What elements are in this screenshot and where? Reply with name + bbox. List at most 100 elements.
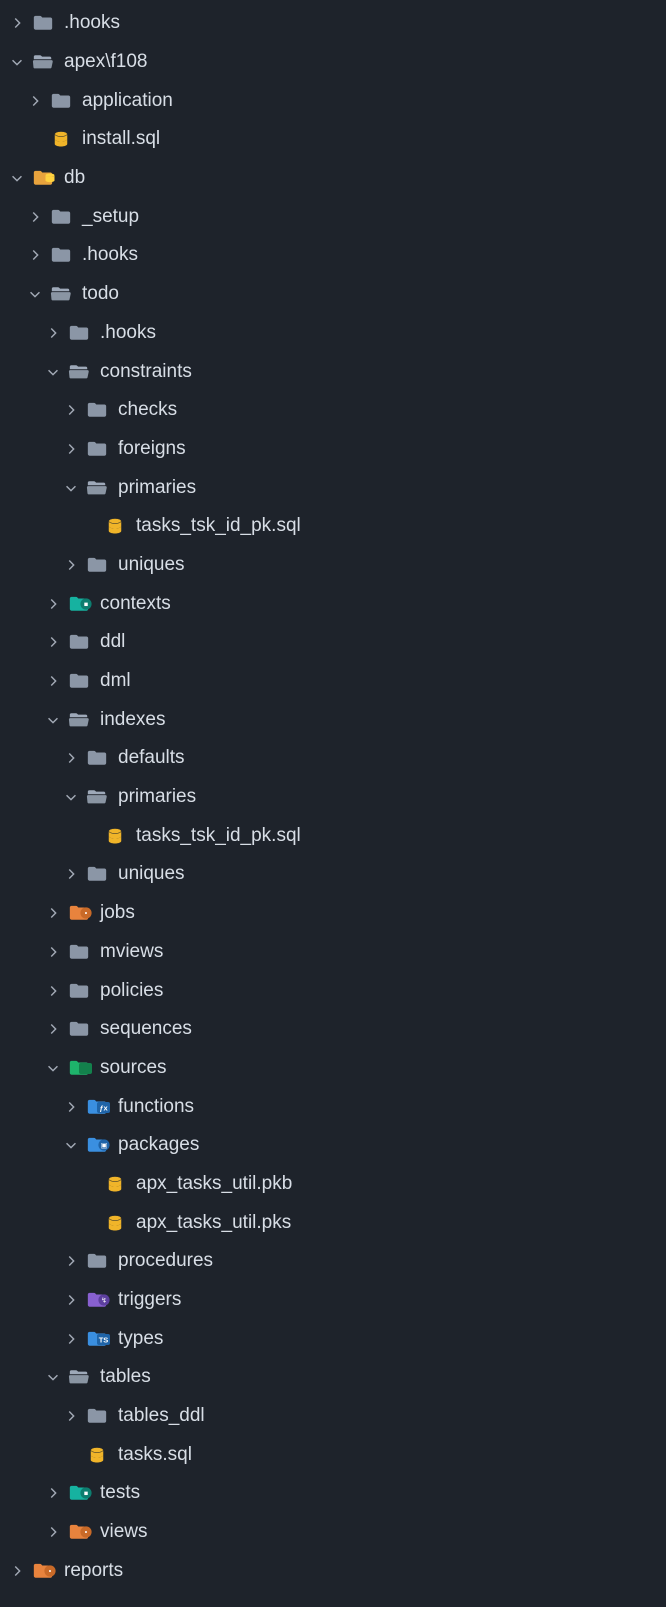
tree-item[interactable]: tasks_tsk_id_pk.sql [0, 507, 666, 546]
chevron-right-icon[interactable] [8, 1562, 26, 1580]
tree-item[interactable]: tasks_tsk_id_pk.sql [0, 816, 666, 855]
chevron-right-icon[interactable] [44, 324, 62, 342]
chevron-right-icon[interactable] [62, 1407, 80, 1425]
chevron-right-icon[interactable] [62, 440, 80, 458]
tree-item[interactable]: uniques [0, 546, 666, 585]
chevron-right-icon[interactable] [62, 1098, 80, 1116]
tree-item[interactable]: ƒx functions [0, 1087, 666, 1126]
chevron-right-icon[interactable] [44, 943, 62, 961]
chevron-down-icon[interactable] [44, 711, 62, 729]
folder-orange-icon: • [32, 1560, 54, 1582]
tree-item[interactable]: policies [0, 971, 666, 1010]
chevron-down-icon[interactable] [26, 285, 44, 303]
tree-item[interactable]: tables [0, 1358, 666, 1397]
chevron-right-icon[interactable] [62, 1291, 80, 1309]
chevron-right-icon[interactable] [44, 982, 62, 1000]
tree-item[interactable]: primaries [0, 468, 666, 507]
tree-item[interactable]: .hooks [0, 314, 666, 353]
tree-item[interactable]: • reports [0, 1552, 666, 1591]
tree-item[interactable]: apex\f108 [0, 43, 666, 82]
folder-open-icon [68, 709, 90, 731]
chevron-right-icon[interactable] [26, 92, 44, 110]
folder-icon [86, 554, 108, 576]
tree-item[interactable]: sequences [0, 1010, 666, 1049]
tree-item[interactable]: application [0, 81, 666, 120]
tree-item[interactable]: ■ contexts [0, 584, 666, 623]
tree-item[interactable]: install.sql [0, 120, 666, 159]
chevron-down-icon[interactable] [62, 1136, 80, 1154]
tree-item[interactable]: TS types [0, 1319, 666, 1358]
chevron-right-icon[interactable] [62, 749, 80, 767]
tree-item[interactable]: checks [0, 391, 666, 430]
chevron-right-icon[interactable] [44, 595, 62, 613]
tree-item[interactable]: constraints [0, 352, 666, 391]
chevron-right-icon[interactable] [62, 556, 80, 574]
folder-icon [86, 438, 108, 460]
chevron-right-icon[interactable] [62, 1252, 80, 1270]
tree-item[interactable]: mviews [0, 933, 666, 972]
tree-item[interactable]: _setup [0, 197, 666, 236]
chevron-right-icon[interactable] [62, 1330, 80, 1348]
chevron-down-icon[interactable] [8, 53, 26, 71]
chevron-right-icon[interactable] [8, 14, 26, 32]
chevron-down-icon[interactable] [44, 1059, 62, 1077]
tree-item-label: apx_tasks_util.pks [136, 1212, 291, 1234]
tree-item[interactable]: • jobs [0, 894, 666, 933]
folder-icon [86, 747, 108, 769]
folder-blue-fx-icon: ƒx [86, 1096, 108, 1118]
chevron-right-icon[interactable] [44, 1020, 62, 1038]
tree-item[interactable]: .hooks [0, 4, 666, 43]
db-file-icon [104, 825, 126, 847]
chevron-right-icon[interactable] [26, 208, 44, 226]
tree-item[interactable]: tables_ddl [0, 1397, 666, 1436]
tree-item[interactable]: uniques [0, 855, 666, 894]
tree-item[interactable]: ddl [0, 623, 666, 662]
chevron-right-icon[interactable] [62, 865, 80, 883]
folder-teal-icon: ■ [68, 593, 90, 615]
chevron-right-icon[interactable] [62, 401, 80, 419]
tree-item[interactable]: db [0, 159, 666, 198]
chevron-down-icon[interactable] [62, 479, 80, 497]
tree-item[interactable]: procedures [0, 1242, 666, 1281]
tree-item[interactable]: ↯ triggers [0, 1281, 666, 1320]
folder-icon [50, 244, 72, 266]
chevron-down-icon[interactable] [8, 169, 26, 187]
chevron-down-icon[interactable] [62, 788, 80, 806]
tree-item-label: triggers [118, 1289, 181, 1311]
folder-icon [86, 1405, 108, 1427]
svg-text:↯: ↯ [101, 1297, 107, 1305]
chevron-right-icon[interactable] [26, 246, 44, 264]
tree-item[interactable]: tasks.sql [0, 1435, 666, 1474]
db-file-icon [104, 515, 126, 537]
tree-item[interactable]: apx_tasks_util.pkb [0, 1165, 666, 1204]
tree-item[interactable]: todo [0, 275, 666, 314]
tree-item[interactable]: dml [0, 662, 666, 701]
tree-item[interactable]: indexes [0, 700, 666, 739]
tree-item-label: sources [100, 1057, 167, 1079]
chevron-down-icon[interactable] [44, 1368, 62, 1386]
folder-icon [86, 863, 108, 885]
tree-item[interactable]: sources [0, 1049, 666, 1088]
tree-item[interactable]: • views [0, 1513, 666, 1552]
tree-item-label: packages [118, 1134, 199, 1156]
tree-item[interactable]: apx_tasks_util.pks [0, 1203, 666, 1242]
tree-item[interactable]: primaries [0, 778, 666, 817]
chevron-right-icon[interactable] [44, 672, 62, 690]
chevron-right-icon[interactable] [44, 1523, 62, 1541]
tree-item-label: jobs [100, 902, 135, 924]
tree-item[interactable]: ▣ packages [0, 1126, 666, 1165]
tree-item[interactable]: ■ tests [0, 1474, 666, 1513]
tree-item[interactable]: foreigns [0, 430, 666, 469]
tree-item-label: sequences [100, 1018, 192, 1040]
chevron-right-icon[interactable] [44, 633, 62, 651]
chevron-down-icon[interactable] [44, 363, 62, 381]
tree-item[interactable]: .hooks [0, 236, 666, 275]
tree-item[interactable]: defaults [0, 739, 666, 778]
chevron-right-icon[interactable] [44, 904, 62, 922]
tree-item-label: tables [100, 1366, 151, 1388]
tree-item-label: primaries [118, 477, 196, 499]
tree-item-label: _setup [82, 206, 139, 228]
chevron-right-icon[interactable] [44, 1484, 62, 1502]
db-file-icon [86, 1444, 108, 1466]
folder-db-icon [32, 167, 54, 189]
